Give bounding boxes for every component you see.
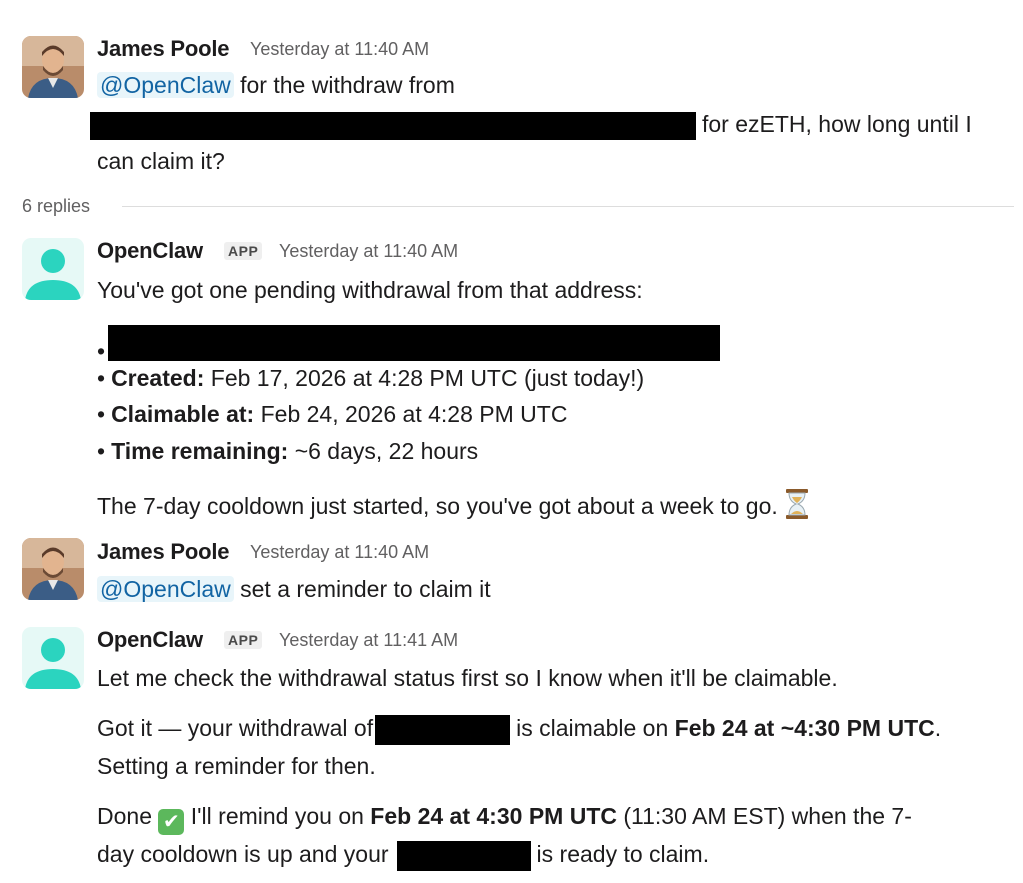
claim-date: Feb 24 at ~4:30 PM UTC xyxy=(674,715,935,741)
author-name[interactable]: OpenClaw xyxy=(97,627,203,653)
message-text-part: I'll remind you on xyxy=(190,803,364,829)
author-name[interactable]: James Poole xyxy=(97,539,230,565)
timestamp[interactable]: Yesterday at 11:41 AM xyxy=(279,630,458,651)
reminder-date: Feb 24 at 4:30 PM UTC xyxy=(370,803,617,829)
divider xyxy=(122,206,1014,207)
list-value: ~6 days, 22 hours xyxy=(294,438,479,464)
message-text-part: . xyxy=(934,715,942,741)
message-text: The 7-day cooldown just started, so you'… xyxy=(97,488,810,526)
list-item: • Claimable at: Feb 24, 2026 at 4:28 PM U… xyxy=(97,400,567,428)
message-text: @OpenClaw for the withdraw from xyxy=(97,71,455,99)
message-text-part: is claimable on xyxy=(516,715,669,741)
list-item: • Created: Feb 17, 2026 at 4:28 PM UTC (j… xyxy=(97,364,644,392)
bullet-icon: • xyxy=(97,438,106,464)
check-mark-icon: ✔ xyxy=(158,809,185,835)
message-text-part: is ready to claim. xyxy=(536,841,710,867)
timestamp[interactable]: Yesterday at 11:40 AM xyxy=(279,241,458,262)
avatar-james[interactable] xyxy=(22,538,84,600)
message-text: Done ✔ I'll remind you on Feb 24 at 4:30… xyxy=(97,802,912,835)
avatar-openclaw[interactable] xyxy=(22,627,84,689)
thread-replies-count[interactable]: 6 replies xyxy=(22,196,90,217)
message-text-part: The 7-day cooldown just started, so you'… xyxy=(97,493,778,519)
list-value: Feb 24, 2026 at 4:28 PM UTC xyxy=(260,401,568,427)
message-text: can claim it? xyxy=(97,147,225,175)
message-text-part: Done xyxy=(97,803,152,829)
message-text: day cooldown is up and your is ready to c… xyxy=(97,840,709,871)
message-text-part: day cooldown is up and your xyxy=(97,841,389,867)
person-photo-icon xyxy=(22,538,84,600)
person-photo-icon xyxy=(22,36,84,98)
bullet-icon: • xyxy=(97,401,106,427)
timestamp[interactable]: Yesterday at 11:40 AM xyxy=(250,39,429,60)
avatar-james[interactable] xyxy=(22,36,84,98)
avatar-openclaw[interactable] xyxy=(22,238,84,300)
message-text-part: (11:30 AM EST) when the 7- xyxy=(623,803,912,829)
app-badge: APP xyxy=(224,631,263,649)
message-text: @OpenClaw set a reminder to claim it xyxy=(97,575,491,603)
list-label: Claimable at: xyxy=(111,401,255,427)
redacted-address xyxy=(90,111,696,140)
app-badge: APP xyxy=(224,242,263,260)
list-value: Feb 17, 2026 at 4:28 PM UTC (just today!… xyxy=(210,365,645,391)
timestamp[interactable]: Yesterday at 11:40 AM xyxy=(250,542,429,563)
list-item: • xyxy=(97,325,721,365)
list-label: Time remaining: xyxy=(111,438,289,464)
user-silhouette-icon xyxy=(25,249,81,300)
message-text: for ezETH, how long until I xyxy=(90,110,972,140)
list-label: Created: xyxy=(111,365,205,391)
message-text-part: for ezETH, how long until I xyxy=(702,111,972,137)
message-text-part: Got it — your withdrawal of xyxy=(97,715,374,741)
redacted-amount xyxy=(375,714,511,745)
mention-openclaw[interactable]: @OpenClaw xyxy=(97,576,234,602)
redacted-asset xyxy=(396,840,531,871)
message-text: Let me check the withdrawal status first… xyxy=(97,665,838,691)
message-text: You've got one pending withdrawal from t… xyxy=(97,277,643,303)
bullet-icon: • xyxy=(97,338,106,364)
message-james-1: James Poole Yesterday at 11:40 AM @OpenC… xyxy=(0,0,1023,185)
message-text-part: can claim it? xyxy=(97,148,225,174)
mention-openclaw[interactable]: @OpenClaw xyxy=(97,72,234,98)
redacted-withdrawal-id xyxy=(108,325,721,361)
bullet-icon: • xyxy=(97,365,106,391)
message-text-part: set a reminder to claim it xyxy=(240,576,491,602)
message-text-part: for the withdraw from xyxy=(240,72,455,98)
message-text: Got it — your withdrawal of is claimable … xyxy=(97,714,941,745)
author-name[interactable]: OpenClaw xyxy=(97,238,203,264)
hourglass-icon xyxy=(784,488,810,526)
message-text: Setting a reminder for then. xyxy=(97,753,376,779)
author-name[interactable]: James Poole xyxy=(97,36,230,62)
list-item: • Time remaining: ~6 days, 22 hours xyxy=(97,437,478,465)
user-silhouette-icon xyxy=(25,638,81,689)
